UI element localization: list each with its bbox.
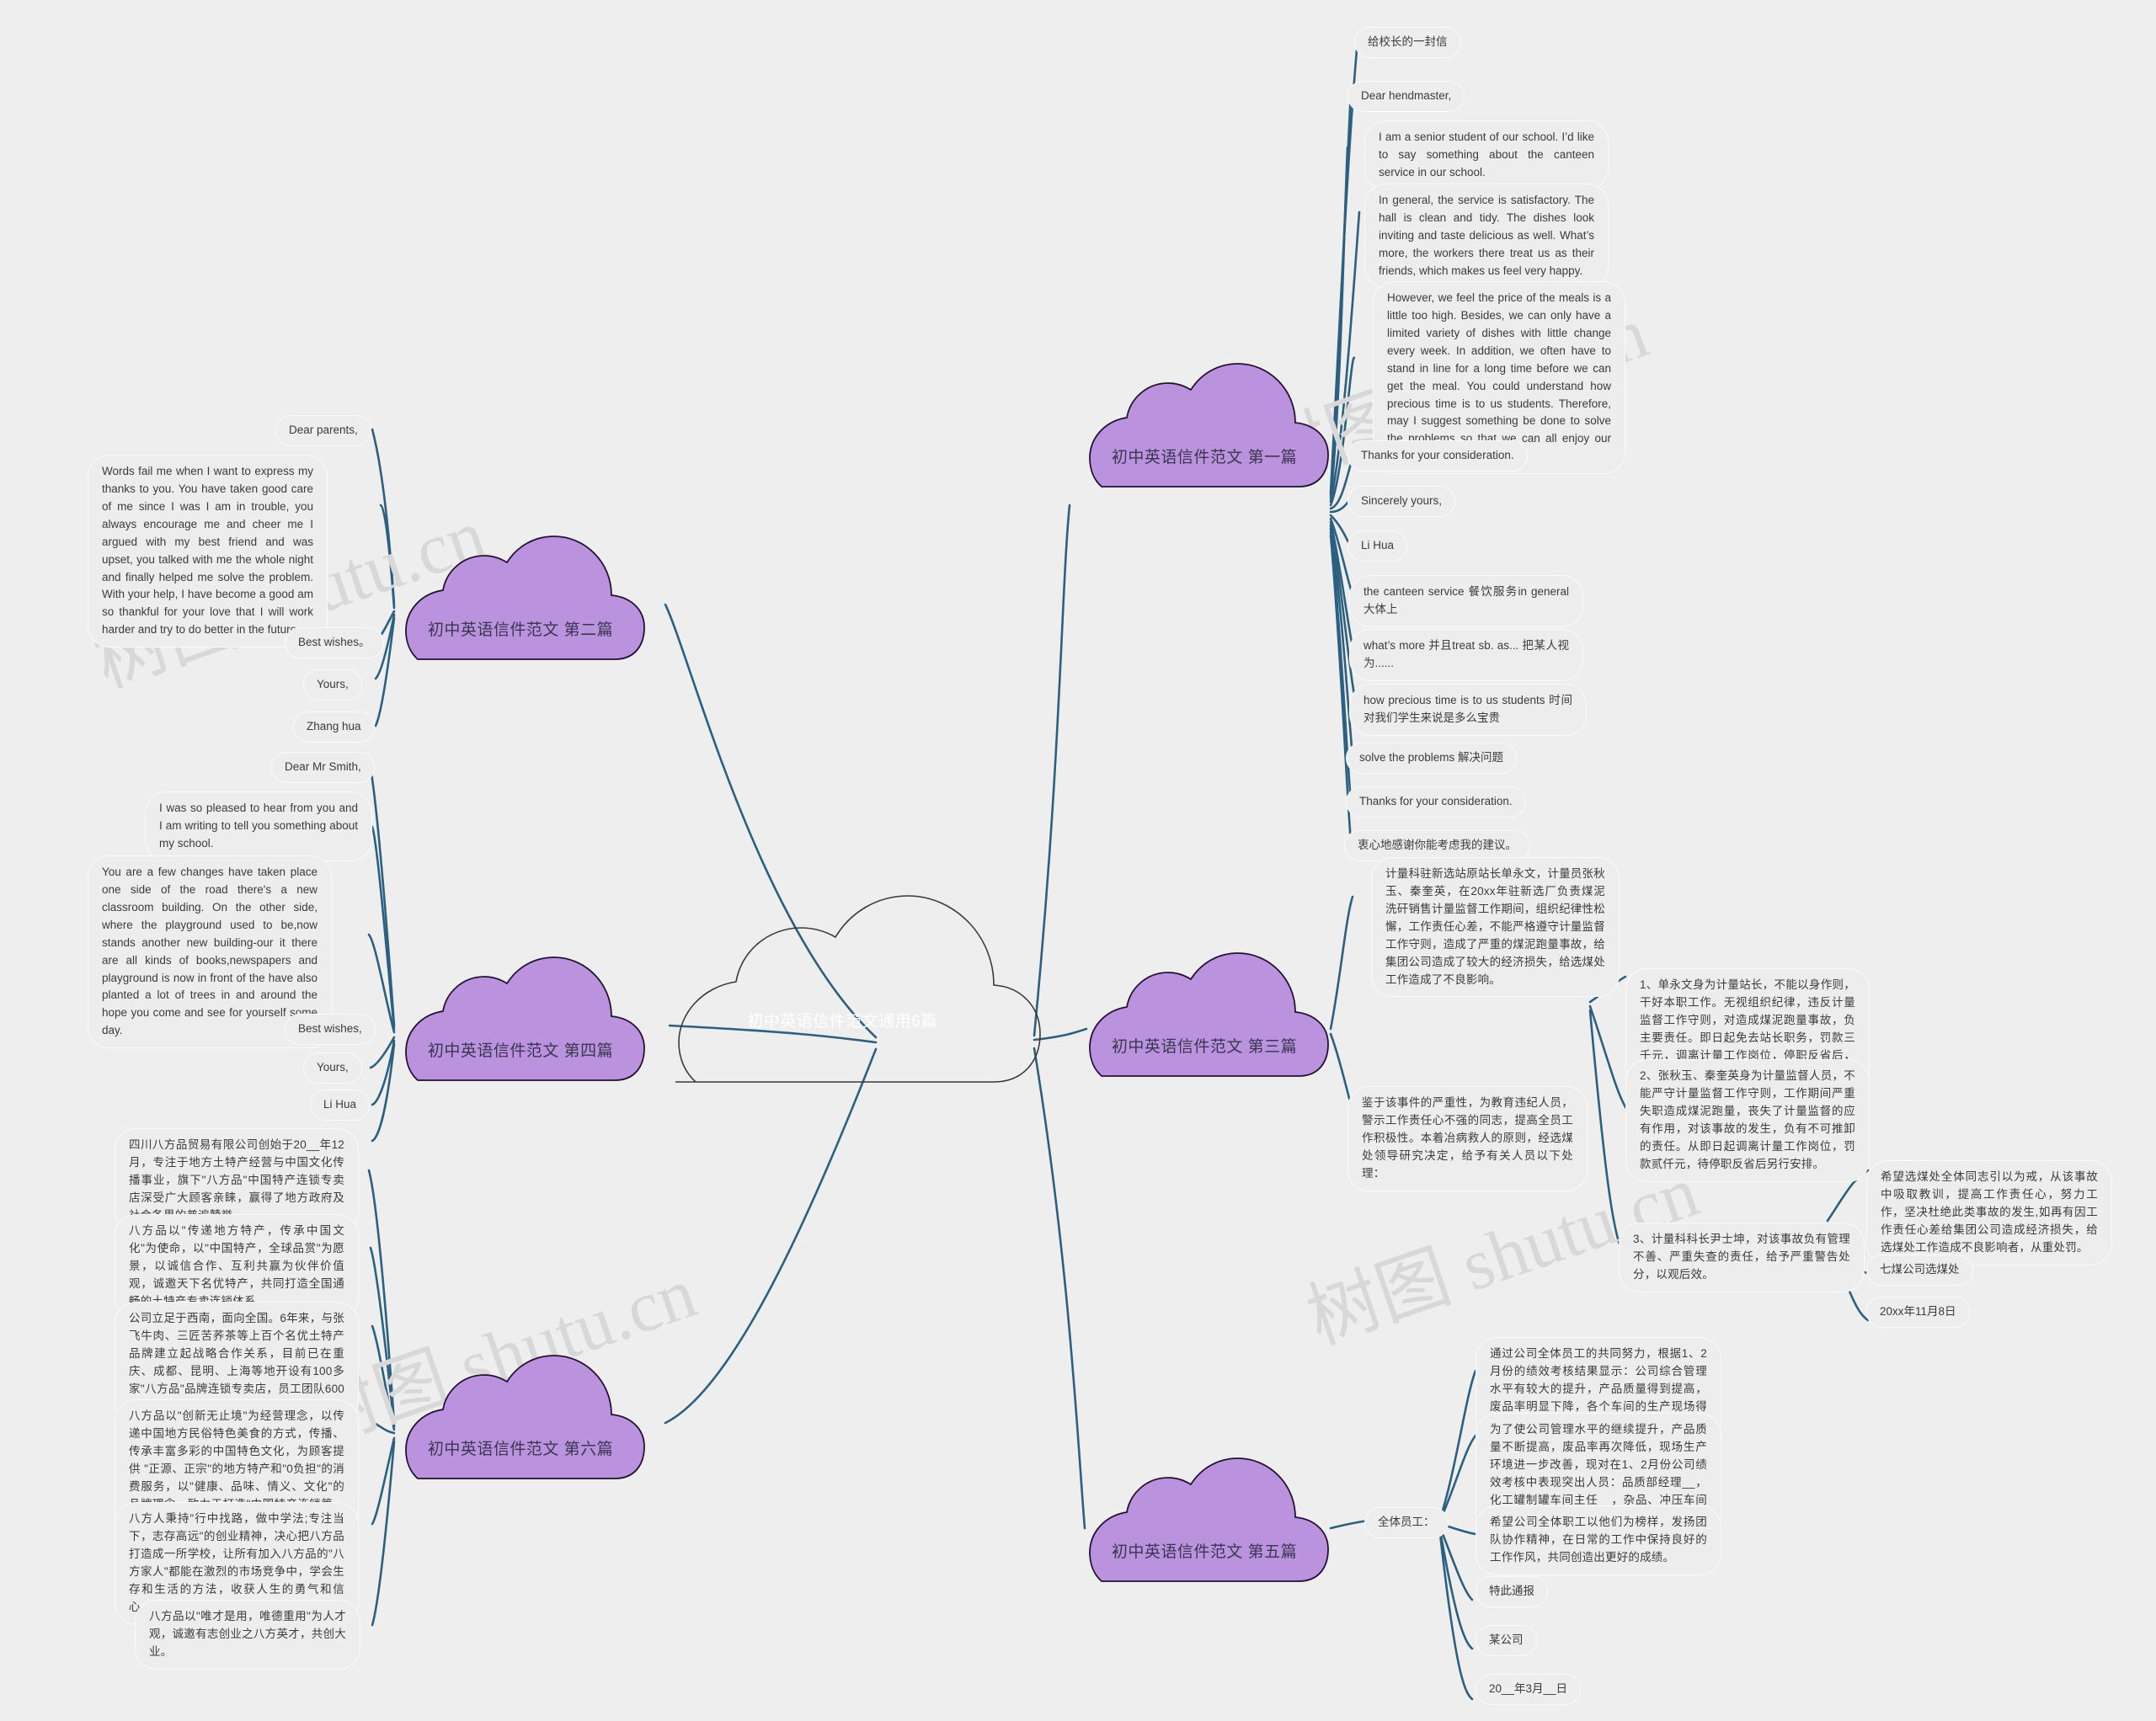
branch-node-p1[interactable]: 初中英语信件范文 第一篇: [1078, 345, 1331, 505]
branch-label: 初中英语信件范文 第四篇: [427, 1042, 614, 1060]
leaf-bubble[interactable]: Best wishes。: [285, 627, 384, 658]
branch-label: 初中英语信件范文 第五篇: [1111, 1543, 1298, 1561]
leaf-bubble[interactable]: 八方品以"唯才是用，唯德重用"为人才观，诚邀有志创业之八方英才，共创大业。: [135, 1600, 360, 1670]
leaf-bubble[interactable]: I am a senior student of our school. I’d…: [1364, 120, 1609, 190]
branch-node-p3[interactable]: 初中英语信件范文 第三篇: [1078, 935, 1331, 1095]
leaf-bubble[interactable]: 七煤公司选煤处: [1866, 1255, 1973, 1286]
leaf-bubble[interactable]: 20xx年11月8日: [1866, 1297, 1970, 1328]
leaf-bubble[interactable]: 希望公司全体职工以他们为榜样，发扬团队协作精神，在日常的工作中保持良好的工作作风…: [1476, 1505, 1721, 1575]
leaf-bubble[interactable]: 某公司: [1476, 1625, 1537, 1656]
leaf-bubble[interactable]: 鉴于该事件的严重性，为教育违纪人员，警示工作责任心不强的同志，提高全员工作积极性…: [1348, 1086, 1588, 1191]
branch-node-p5[interactable]: 初中英语信件范文 第五篇: [1078, 1440, 1331, 1600]
branch-label: 初中英语信件范文 第一篇: [1111, 449, 1298, 466]
root-label: 初中英语信件范文通用6篇: [747, 1013, 937, 1031]
leaf-bubble[interactable]: 全体员工：: [1364, 1507, 1449, 1538]
branch-cloud-shape: [1089, 363, 1329, 488]
root-node[interactable]: 初中英语信件范文通用6篇: [640, 859, 1044, 1111]
branch-node-p2[interactable]: 初中英语信件范文 第二篇: [394, 518, 647, 678]
leaf-bubble[interactable]: Dear Mr Smith,: [271, 752, 375, 783]
branch-cloud-shape: [405, 535, 645, 660]
leaf-bubble[interactable]: 希望选煤处全体同志引以为戒，从该事故中吸取教训，提高工作责任心，努力工作，坚决杜…: [1866, 1160, 2112, 1265]
leaf-bubble[interactable]: I was so pleased to hear from you and I …: [145, 791, 372, 861]
branch-label: 初中英语信件范文 第六篇: [427, 1441, 614, 1458]
leaf-bubble[interactable]: 20__年3月__日: [1476, 1674, 1582, 1705]
leaf-bubble[interactable]: 2、张秋玉、秦奎英身为计量监督人员，不能严守计量监督工作守则，工作期间严重失职造…: [1625, 1059, 1870, 1182]
branch-node-p6[interactable]: 初中英语信件范文 第六篇: [394, 1337, 647, 1497]
leaf-bubble[interactable]: what’s more 并且treat sb. as... 把某人视为.....…: [1349, 629, 1583, 681]
leaf-bubble[interactable]: Best wishes,: [285, 1014, 376, 1045]
leaf-bubble[interactable]: Words fail me when I want to express my …: [88, 455, 328, 648]
branch-cloud-shape: [1089, 1457, 1329, 1582]
leaf-bubble[interactable]: the canteen service 餐饮服务in general 大体上: [1349, 575, 1583, 627]
leaf-bubble[interactable]: solve the problems 解决问题: [1346, 743, 1518, 774]
leaf-bubble[interactable]: 特此通报: [1476, 1576, 1548, 1607]
branch-label: 初中英语信件范文 第三篇: [1111, 1038, 1298, 1056]
leaf-bubble[interactable]: Dear hendmaster,: [1348, 81, 1465, 112]
leaf-bubble[interactable]: Thanks for your consideration.: [1348, 440, 1528, 472]
leaf-bubble[interactable]: In general, the service is satisfactory.…: [1364, 184, 1609, 289]
leaf-bubble[interactable]: 计量科驻新选站原站长单永文，计量员张秋玉、秦奎英，在20xx年驻新选厂负责煤泥洗…: [1371, 857, 1620, 998]
leaf-bubble[interactable]: Li Hua: [1348, 530, 1408, 562]
branch-node-p4[interactable]: 初中英语信件范文 第四篇: [394, 939, 647, 1099]
branch-cloud-shape: [405, 1355, 645, 1479]
branch-label: 初中英语信件范文 第二篇: [427, 621, 614, 639]
leaf-bubble[interactable]: Li Hua: [310, 1090, 371, 1121]
leaf-bubble[interactable]: 3、计量科科长尹士坤，对该事故负有管理不善、严重失查的责任，给予严重警告处分，以…: [1619, 1223, 1865, 1292]
leaf-bubble[interactable]: Zhang hua: [293, 711, 375, 743]
branch-cloud-shape: [1089, 952, 1329, 1077]
root-cloud-shape: [675, 895, 1041, 1083]
mindmap-canvas: 树图 shutu.cn 树图 shutu.cn 树图 shutu.cn 树图 s…: [0, 0, 2156, 1721]
leaf-bubble[interactable]: Yours,: [303, 669, 362, 701]
leaf-bubble[interactable]: Dear parents,: [275, 415, 371, 446]
branch-cloud-shape: [405, 956, 645, 1081]
leaf-bubble[interactable]: how precious time is to us students 时间对我…: [1349, 684, 1587, 736]
leaf-bubble[interactable]: Thanks for your consideration.: [1346, 786, 1526, 818]
leaf-bubble[interactable]: Sincerely yours,: [1348, 486, 1456, 517]
leaf-bubble[interactable]: Yours,: [303, 1052, 362, 1084]
leaf-bubble[interactable]: 给校长的一封信: [1354, 27, 1461, 58]
